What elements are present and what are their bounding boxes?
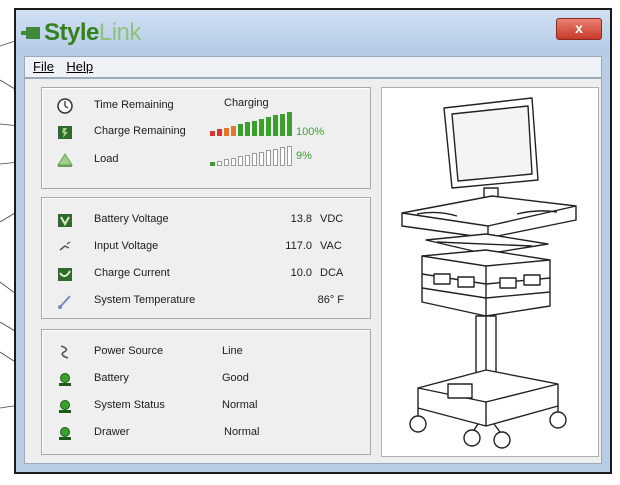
meter-segment	[231, 125, 236, 136]
battery-voltage-value: 13.8	[290, 213, 312, 225]
system-status-label: System Status	[94, 399, 165, 411]
drawer-status-row: Drawer Normal	[42, 423, 370, 443]
logo-text-style: Style	[44, 19, 99, 46]
system-temperature-value: 86° F	[317, 294, 344, 306]
meter-segment	[252, 153, 257, 166]
meter-segment	[245, 154, 250, 166]
stylelink-logo: Style Link	[21, 19, 142, 47]
title-bar: Style Link x	[16, 10, 610, 55]
meter-segment	[224, 127, 229, 136]
power-source-row: Power Source Line	[42, 342, 370, 362]
meter-segment	[259, 151, 264, 166]
logo-text-link: Link	[98, 19, 142, 46]
meter-segment	[210, 131, 215, 136]
system-status-row: System Status Normal	[42, 396, 370, 416]
system-status-icon	[59, 400, 71, 413]
system-temperature-label: System Temperature	[94, 294, 196, 306]
meter-segment	[266, 117, 271, 136]
drawer-status-label: Drawer	[94, 426, 130, 438]
meter-segment	[252, 120, 257, 136]
load-percent: 9%	[296, 150, 312, 162]
power-source-label: Power Source	[94, 345, 164, 357]
meter-segment	[287, 112, 292, 136]
charge-remaining-row: Charge Remaining 100%	[42, 112, 370, 142]
load-label: Load	[94, 153, 119, 165]
meter-segment	[266, 150, 271, 166]
medical-cart-illustration	[401, 97, 577, 449]
input-voltage-value: 117.0	[285, 240, 312, 252]
system-status-value: Normal	[222, 399, 258, 411]
time-remaining-value: Charging	[224, 97, 269, 109]
meter-segment	[238, 156, 243, 166]
meter-segment	[280, 147, 285, 166]
load-level-meter	[210, 144, 294, 166]
battery-voltage-unit: VDC	[320, 213, 344, 225]
charge-current-label: Charge Current	[94, 267, 170, 279]
charge-current-icon	[58, 268, 72, 281]
stylelink-window: Style Link x File Help Time Remaining Ch…	[14, 8, 612, 474]
close-button[interactable]: x	[556, 18, 602, 40]
clock-icon	[57, 98, 73, 114]
meter-segment	[273, 115, 278, 136]
meter-segment	[287, 146, 292, 166]
meter-segment	[210, 162, 215, 166]
charge-current-unit: DCA	[320, 267, 344, 279]
menu-file[interactable]: File	[33, 57, 54, 76]
battery-voltage-row: Battery Voltage 13.8 VDC	[42, 210, 370, 230]
drawer-status-icon	[59, 427, 71, 440]
input-voltage-label: Input Voltage	[94, 240, 159, 252]
system-status-panel: Power Source Line Battery Good System St…	[41, 329, 371, 455]
battery-status-icon	[59, 373, 71, 386]
charge-percent: 100%	[296, 126, 325, 138]
menu-help[interactable]: Help	[66, 57, 93, 76]
meter-segment	[231, 157, 236, 166]
cart-illustration-panel	[381, 87, 599, 457]
load-icon	[57, 153, 73, 167]
battery-voltage-label: Battery Voltage	[94, 213, 169, 225]
menu-bar: File Help	[24, 56, 602, 78]
drawer-status-value: Normal	[224, 426, 260, 438]
power-cord-icon	[60, 345, 69, 359]
thermometer-icon	[58, 295, 71, 309]
battery-charge-icon	[58, 126, 72, 139]
charge-current-row: Charge Current 10.0 DCA	[42, 264, 370, 284]
battery-status-row: Battery Good	[42, 369, 370, 389]
charge-remaining-label: Charge Remaining	[94, 125, 186, 137]
plug-icon	[59, 241, 71, 251]
logo-icon	[21, 27, 40, 39]
main-content: Time Remaining Charging Charge Remaining…	[24, 78, 602, 464]
meter-segment	[217, 160, 222, 166]
battery-status-label: Battery	[94, 372, 129, 384]
measurements-panel: Battery Voltage 13.8 VDC Input Voltage 1…	[41, 197, 371, 319]
meter-segment	[238, 124, 243, 136]
meter-segment	[224, 159, 229, 166]
system-temperature-row: System Temperature 86° F	[42, 291, 370, 311]
load-row: Load 9%	[42, 146, 370, 170]
meter-segment	[245, 122, 250, 136]
time-remaining-label: Time Remaining	[94, 99, 174, 111]
input-voltage-unit: VAC	[320, 240, 342, 252]
meter-segment	[217, 129, 222, 136]
input-voltage-row: Input Voltage 117.0 VAC	[42, 237, 370, 257]
meter-segment	[280, 113, 285, 136]
power-source-value: Line	[222, 345, 243, 357]
battery-voltage-icon	[58, 214, 72, 227]
charge-level-meter	[210, 112, 294, 136]
battery-status-value: Good	[222, 372, 249, 384]
meter-segment	[273, 148, 278, 166]
charge-status-panel: Time Remaining Charging Charge Remaining…	[41, 87, 371, 189]
time-remaining-row: Time Remaining Charging	[42, 96, 370, 116]
charge-current-value: 10.0	[290, 267, 312, 279]
meter-segment	[259, 118, 264, 136]
